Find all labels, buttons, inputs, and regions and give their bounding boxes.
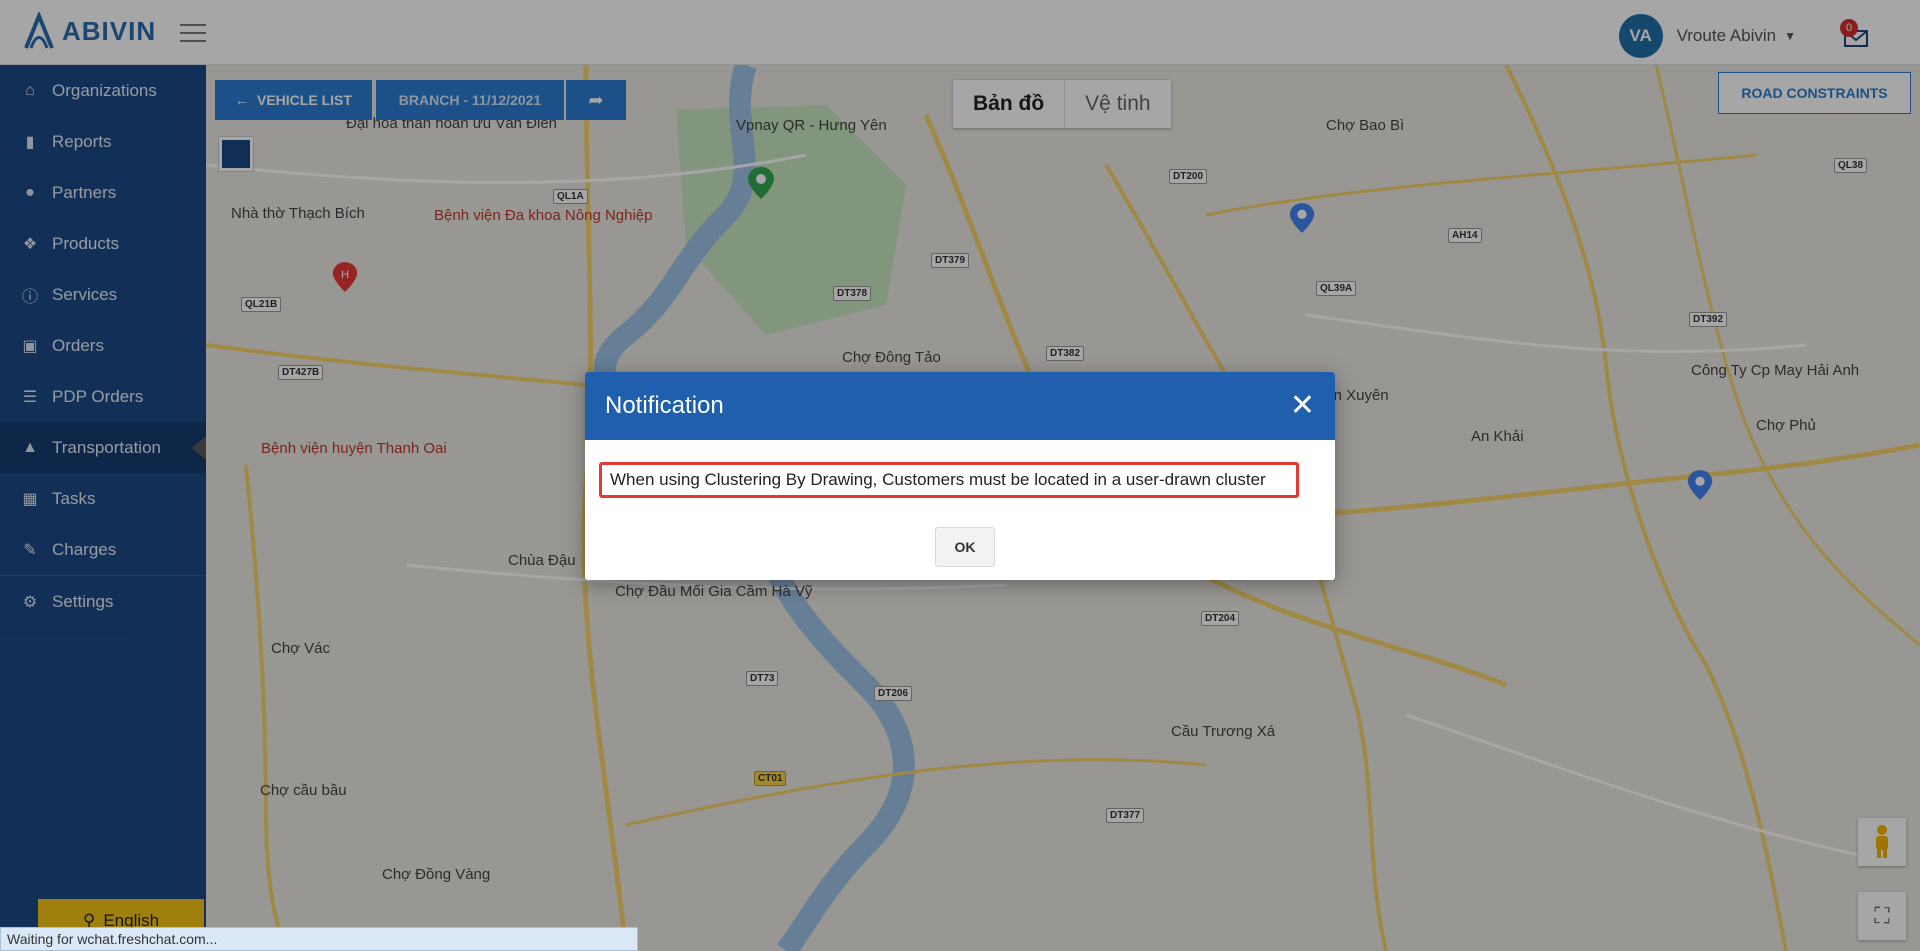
notification-dialog: Notification ✕ When using Clustering By … — [585, 372, 1335, 580]
ok-button[interactable]: OK — [935, 527, 995, 567]
browser-status-bar: Waiting for wchat.freshchat.com... — [0, 927, 638, 951]
dialog-title: Notification — [605, 392, 724, 419]
dialog-header: Notification ✕ — [585, 372, 1335, 440]
dialog-message: When using Clustering By Drawing, Custom… — [599, 462, 1299, 498]
close-icon[interactable]: ✕ — [1290, 391, 1315, 421]
